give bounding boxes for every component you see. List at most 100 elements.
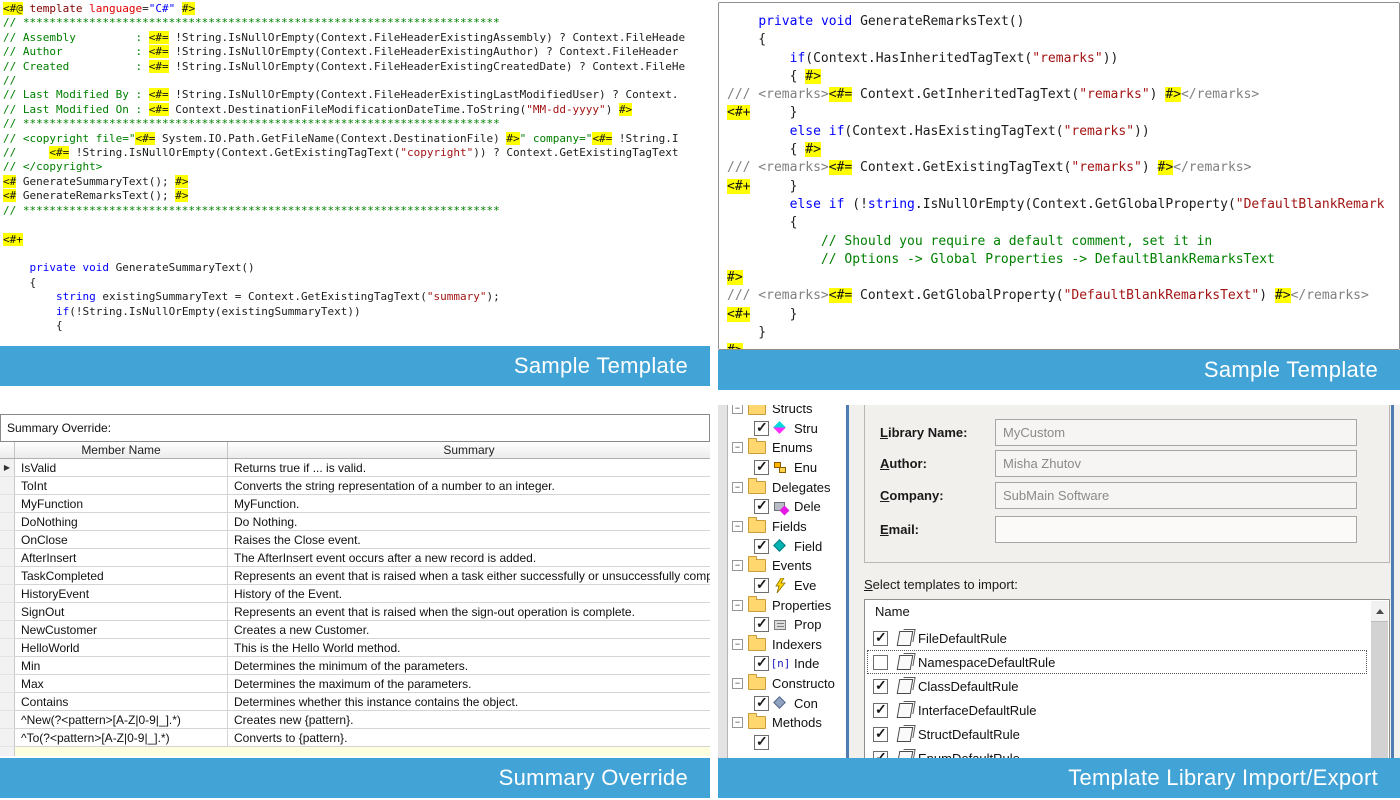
cell-summary[interactable]: Determines the maximum of the parameters…	[228, 675, 710, 693]
table-row[interactable]: ContainsDetermines whether this instance…	[0, 693, 710, 711]
checkbox-checked[interactable]	[873, 727, 888, 742]
tree-expander-icon[interactable]: −	[732, 482, 743, 493]
cell-member-name[interactable]: Max	[15, 675, 228, 693]
cell-summary[interactable]: This is the Hello World method.	[228, 639, 710, 657]
cell-summary[interactable]: Do Nothing.	[228, 513, 710, 531]
template-list-item[interactable]: ClassDefaultRule	[867, 674, 1367, 698]
checkbox-checked[interactable]	[873, 703, 888, 718]
row-selector[interactable]	[0, 729, 15, 747]
field-input-library-name[interactable]	[995, 419, 1357, 446]
checkbox-checked[interactable]	[754, 421, 769, 436]
cell-summary[interactable]: The AfterInsert event occurs after a new…	[228, 549, 710, 567]
cell-summary[interactable]: Converts the string representation of a …	[228, 477, 710, 495]
template-list-item[interactable]: InterfaceDefaultRule	[867, 698, 1367, 722]
table-row[interactable]: MaxDetermines the maximum of the paramet…	[0, 675, 710, 693]
row-selector[interactable]	[0, 621, 15, 639]
tree-expander-icon[interactable]: −	[732, 717, 743, 728]
table-row[interactable]: TaskCompletedRepresents an event that is…	[0, 567, 710, 585]
cell-summary[interactable]: Represents an event that is raised when …	[228, 603, 710, 621]
table-row[interactable]: MinDetermines the minimum of the paramet…	[0, 657, 710, 675]
cell-summary[interactable]: Converts to {pattern}.	[228, 729, 710, 747]
tree-node-fields[interactable]: −Fields	[728, 517, 846, 536]
template-list-item[interactable]: FileDefaultRule	[867, 626, 1367, 650]
cell-summary[interactable]: Creates new {pattern}.	[228, 711, 710, 729]
scroll-up-button[interactable]	[1371, 601, 1388, 622]
tree-node-events[interactable]: −Events	[728, 556, 846, 575]
table-row[interactable]: HelloWorldThis is the Hello World method…	[0, 639, 710, 657]
checkbox-checked[interactable]	[754, 617, 769, 632]
table-row[interactable]: ▶IsValidReturns true if ... is valid.	[0, 459, 710, 477]
table-row[interactable]: OnCloseRaises the Close event.	[0, 531, 710, 549]
row-selector[interactable]	[0, 603, 15, 621]
tree-expander-icon[interactable]: −	[732, 405, 743, 414]
tree-child-property[interactable]: Prop	[754, 615, 846, 634]
code-editor[interactable]: private void GenerateRemarksText() { if(…	[719, 3, 1399, 349]
template-list-item[interactable]: EnumDefaultRule	[867, 746, 1367, 758]
cell-member-name[interactable]: DoNothing	[15, 513, 228, 531]
checkbox-checked[interactable]	[754, 735, 769, 750]
field-input-author[interactable]	[995, 450, 1357, 477]
checkbox-checked[interactable]	[873, 679, 888, 694]
tree-node-delegates[interactable]: −Delegates	[728, 478, 846, 497]
column-header-summary[interactable]: Summary	[228, 442, 710, 458]
tree-node-structs[interactable]: −Structs	[728, 405, 846, 418]
tree-expander-icon[interactable]: −	[732, 442, 743, 453]
row-selector[interactable]	[0, 585, 15, 603]
tree-child-enum[interactable]: Enu	[754, 458, 846, 477]
checkbox-unchecked[interactable]	[873, 655, 888, 670]
tree-child-event[interactable]: Eve	[754, 576, 846, 595]
tree-node-methods[interactable]: −Methods	[728, 713, 846, 732]
cell-member-name[interactable]: ^To(?<pattern>[A-Z|0-9|_].*)	[15, 729, 228, 747]
cell-summary[interactable]: History of the Event.	[228, 585, 710, 603]
cell-member-name[interactable]: NewCustomer	[15, 621, 228, 639]
cell-summary[interactable]: Represents an event that is raised when …	[228, 567, 710, 585]
row-selector[interactable]	[0, 513, 15, 531]
cell-member-name[interactable]: HelloWorld	[15, 639, 228, 657]
table-row[interactable]: HistoryEventHistory of the Event.	[0, 585, 710, 603]
table-row[interactable]: DoNothingDo Nothing.	[0, 513, 710, 531]
table-row[interactable]: SignOutRepresents an event that is raise…	[0, 603, 710, 621]
checkbox-checked[interactable]	[873, 751, 888, 759]
checkbox-checked[interactable]	[754, 499, 769, 514]
grid-new-row[interactable]	[0, 747, 710, 756]
cell-member-name[interactable]: ToInt	[15, 477, 228, 495]
cell-member-name[interactable]: HistoryEvent	[15, 585, 228, 603]
tree-node-indexers[interactable]: −Indexers	[728, 635, 846, 654]
tree-node-constructors[interactable]: −Constructo	[728, 674, 846, 693]
code-editor[interactable]: <#@ template language="C#" #>// ********…	[0, 0, 710, 346]
tree-child-delegate[interactable]: Dele	[754, 497, 846, 516]
table-row[interactable]: ^To(?<pattern>[A-Z|0-9|_].*)Converts to …	[0, 729, 710, 747]
row-selector[interactable]	[0, 693, 15, 711]
cell-member-name[interactable]: ^New(?<pattern>[A-Z|0-9|_].*)	[15, 711, 228, 729]
checkbox-checked[interactable]	[754, 656, 769, 671]
checkbox-checked[interactable]	[754, 460, 769, 475]
checkbox-checked[interactable]	[873, 631, 888, 646]
row-selector[interactable]	[0, 639, 15, 657]
checkbox-checked[interactable]	[754, 696, 769, 711]
cell-member-name[interactable]: Contains	[15, 693, 228, 711]
table-row[interactable]: NewCustomerCreates a new Customer.	[0, 621, 710, 639]
cell-member-name[interactable]: AfterInsert	[15, 549, 228, 567]
cell-member-name[interactable]: MyFunction	[15, 495, 228, 513]
cell-summary[interactable]: MyFunction.	[228, 495, 710, 513]
tree-child-struct[interactable]: Stru	[754, 419, 846, 438]
cell-summary[interactable]: Determines whether this instance contain…	[228, 693, 710, 711]
row-selector[interactable]	[0, 495, 15, 513]
tree-expander-icon[interactable]: −	[732, 560, 743, 571]
new-row-cell[interactable]	[15, 747, 710, 756]
tree-expander-icon[interactable]: −	[732, 639, 743, 650]
list-scrollbar[interactable]	[1371, 601, 1388, 758]
row-selector[interactable]	[0, 549, 15, 567]
tree-child-constructor[interactable]: Con	[754, 694, 846, 713]
template-list-item[interactable]: NamespaceDefaultRule	[867, 650, 1367, 674]
tree-node-enums[interactable]: −Enums	[728, 438, 846, 457]
checkbox-checked[interactable]	[754, 578, 769, 593]
field-input-email[interactable]	[995, 516, 1357, 543]
tree-scrollbar[interactable]	[718, 405, 728, 758]
tree-child-field[interactable]: Field	[754, 537, 846, 556]
row-selector[interactable]: ▶	[0, 459, 15, 477]
cell-summary[interactable]: Raises the Close event.	[228, 531, 710, 549]
row-selector[interactable]	[0, 657, 15, 675]
tree-child-method[interactable]	[754, 733, 846, 752]
cell-member-name[interactable]: Min	[15, 657, 228, 675]
